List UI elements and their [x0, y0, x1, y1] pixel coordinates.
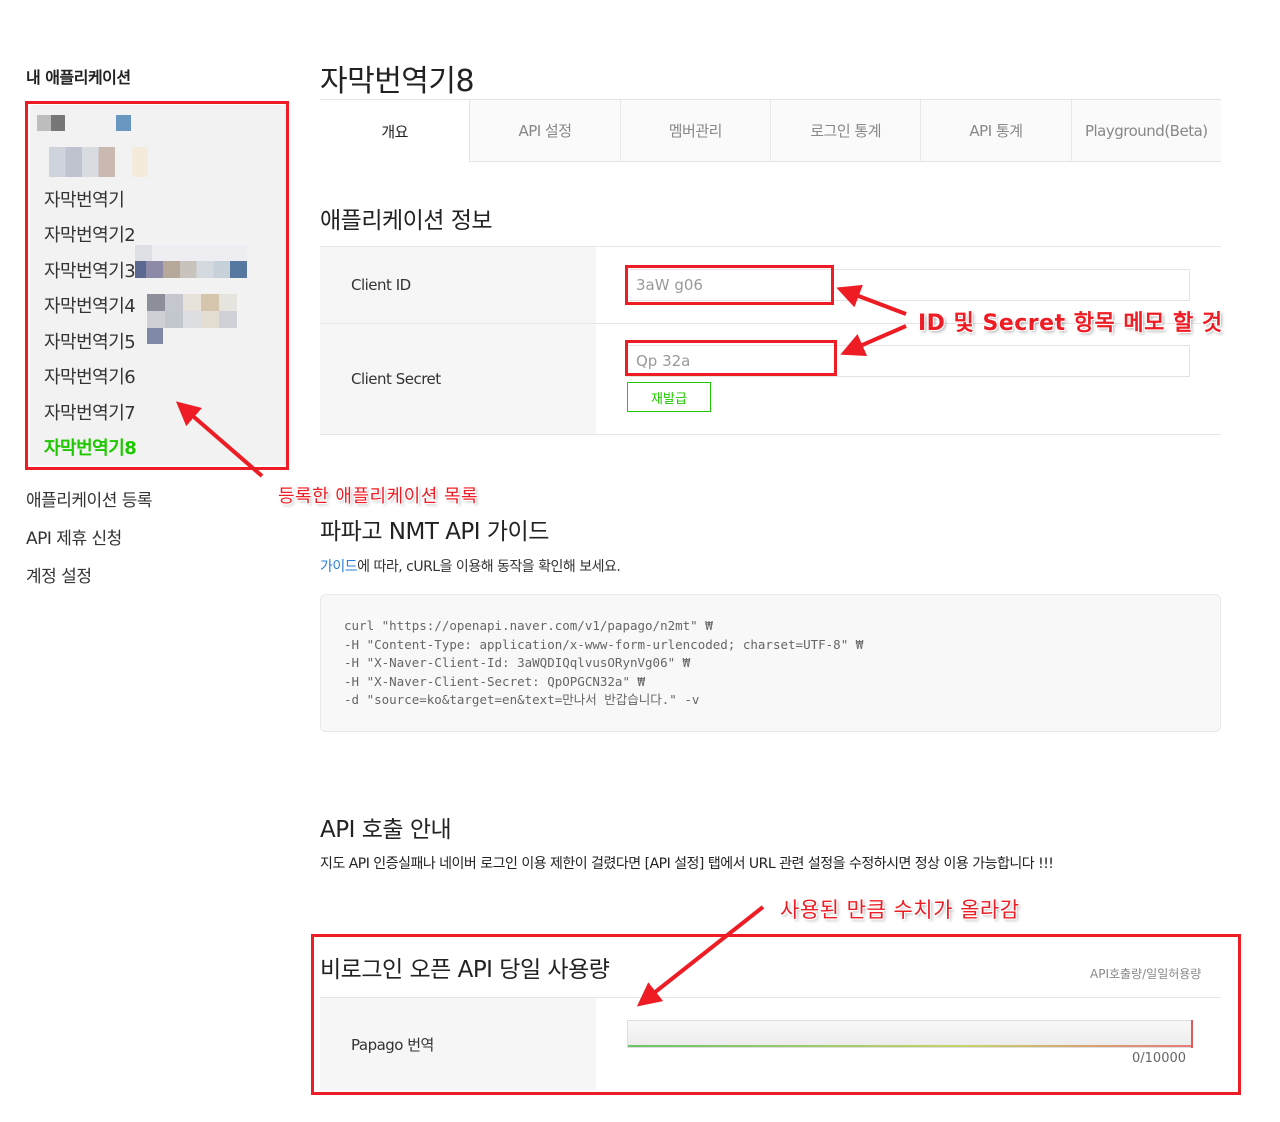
annotation-app-list: 등록한 애플리케이션 목록	[278, 486, 479, 507]
annotation-id-secret: ID 및 Secret 항목 메모 할 것	[918, 311, 1223, 336]
annotation-usage-up: 사용된 만큼 수치가 올라감	[780, 898, 1020, 922]
arrow-to-client-id	[836, 284, 907, 316]
arrow-to-usage-bar	[636, 905, 765, 1007]
arrow-to-app-list	[175, 401, 264, 478]
arrow-to-client-secret	[840, 324, 907, 357]
annotation-arrows	[175, 284, 907, 1007]
